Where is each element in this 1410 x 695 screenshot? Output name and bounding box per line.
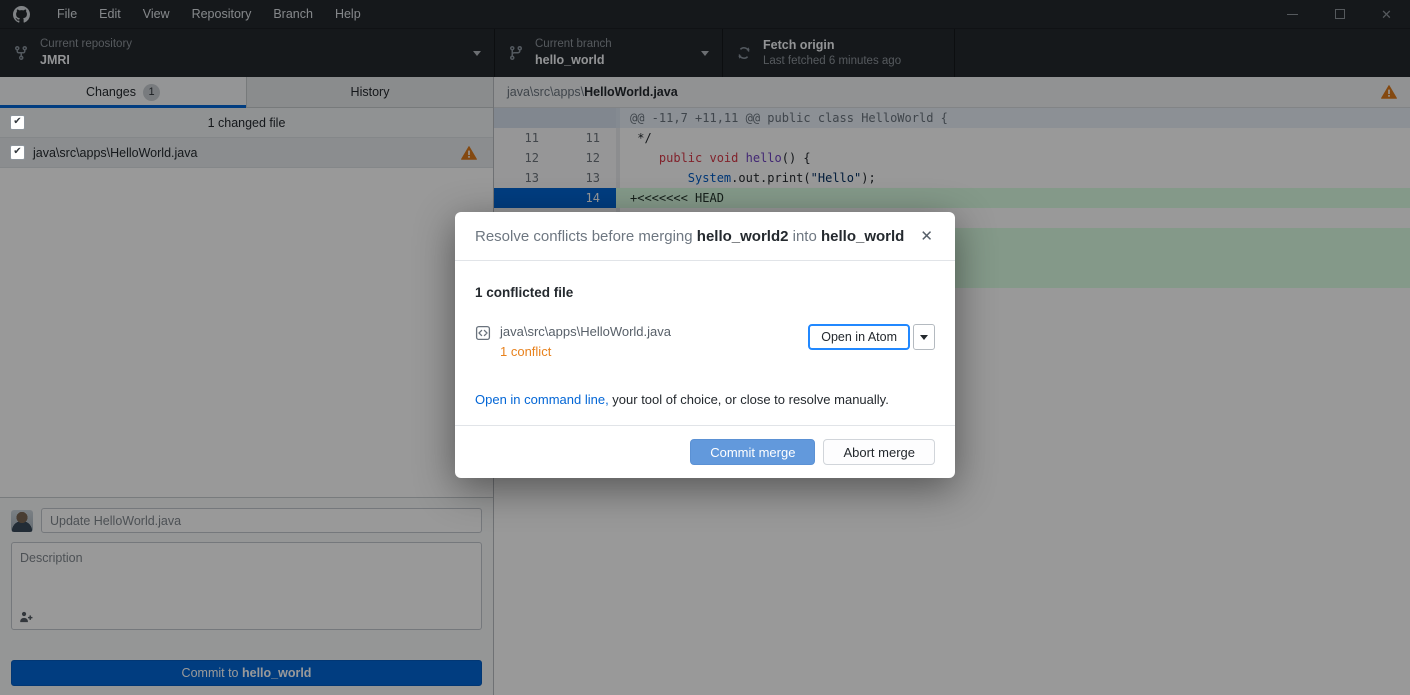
- open-in-command-line-link[interactable]: Open in command line,: [475, 392, 609, 407]
- merge-from-branch: hello_world2: [697, 228, 789, 245]
- dialog-header: Resolve conflicts before merging hello_w…: [455, 212, 955, 261]
- dialog-footer: Commit merge Abort merge: [455, 425, 955, 478]
- select-all-checkbox[interactable]: ✔: [10, 115, 25, 130]
- close-icon: ✕: [920, 228, 933, 245]
- file-actions: Open in Atom: [808, 324, 935, 350]
- dialog-title: Resolve conflicts before merging hello_w…: [475, 228, 904, 245]
- conflicted-file-count: 1 conflicted file: [475, 285, 935, 300]
- conflict-count-label: 1 conflict: [500, 344, 671, 359]
- dialog-body: 1 conflicted file java\src\apps\HelloWor…: [455, 261, 955, 407]
- dialog-close-button[interactable]: ✕: [918, 227, 935, 246]
- abort-merge-button[interactable]: Abort merge: [823, 439, 935, 465]
- file-code-icon: [475, 325, 491, 341]
- commit-merge-button[interactable]: Commit merge: [690, 439, 815, 465]
- merge-into-branch: hello_world: [821, 228, 904, 245]
- open-in-atom-button[interactable]: Open in Atom: [808, 324, 910, 350]
- github-desktop-window: FileEditViewRepositoryBranchHelp ✕ Curre…: [0, 0, 1410, 695]
- file-checkbox[interactable]: ✔: [10, 145, 25, 160]
- conflicted-file-path: java\src\apps\HelloWorld.java: [500, 324, 671, 339]
- conflicted-file-info: java\src\apps\HelloWorld.java 1 conflict: [500, 324, 671, 359]
- chevron-down-icon: [920, 335, 928, 340]
- conflicted-file-row: java\src\apps\HelloWorld.java 1 conflict…: [475, 324, 935, 359]
- resolve-conflicts-dialog: Resolve conflicts before merging hello_w…: [455, 212, 955, 478]
- open-with-dropdown-button[interactable]: [913, 324, 935, 350]
- resolve-hint: Open in command line, your tool of choic…: [475, 392, 935, 407]
